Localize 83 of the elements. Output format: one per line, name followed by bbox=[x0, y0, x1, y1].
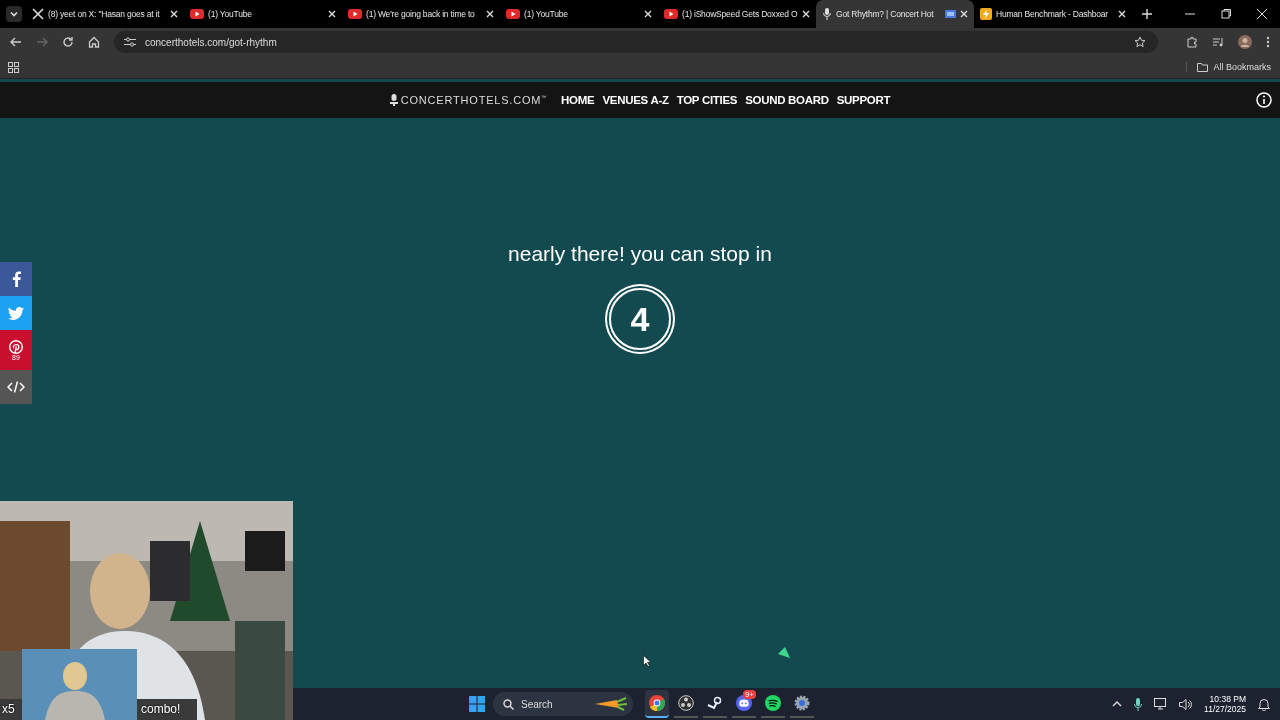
play-icon bbox=[506, 9, 520, 19]
start-icon[interactable] bbox=[469, 696, 485, 712]
chrome-icon bbox=[649, 695, 665, 711]
discord-icon bbox=[736, 695, 752, 711]
network-icon[interactable] bbox=[1154, 698, 1168, 710]
nav-link[interactable]: SOUND BOARD bbox=[745, 94, 829, 106]
star-icon[interactable] bbox=[1134, 36, 1146, 48]
tab-title: (1) YouTube bbox=[208, 9, 253, 19]
browser-tab[interactable]: (1) iShowSpeed Gets Doxxed O bbox=[658, 0, 816, 28]
steam-icon bbox=[707, 695, 723, 711]
play-icon bbox=[348, 9, 362, 19]
speaker-icon[interactable] bbox=[1179, 698, 1193, 710]
lightning-icon bbox=[980, 8, 992, 20]
tab-search-icon[interactable] bbox=[6, 6, 22, 22]
search-field[interactable]: Search bbox=[493, 692, 633, 716]
address-bar[interactable]: concerthotels.com/got-rhythm bbox=[114, 31, 1158, 53]
notification-bell-icon[interactable] bbox=[1258, 697, 1270, 711]
close-icon[interactable] bbox=[802, 10, 810, 18]
taskbar-app-button[interactable] bbox=[645, 690, 669, 718]
play-icon bbox=[664, 9, 678, 19]
taskbar-app-button[interactable]: 9+ bbox=[732, 690, 756, 718]
menu-icon[interactable] bbox=[1266, 36, 1270, 48]
combo-multiplier: x5 bbox=[2, 702, 15, 716]
site-settings-icon bbox=[124, 37, 136, 47]
notification-badge: 9+ bbox=[742, 690, 756, 699]
all-bookmarks-button[interactable]: All Bookmarks bbox=[1186, 62, 1271, 72]
combo-label: combo! bbox=[141, 702, 181, 716]
microphone-icon bbox=[822, 8, 832, 20]
reload-icon[interactable] bbox=[62, 36, 74, 48]
gear-icon bbox=[794, 695, 810, 711]
info-icon[interactable] bbox=[1256, 92, 1272, 108]
obs-icon bbox=[678, 695, 694, 711]
browser-tab[interactable]: Got Rhythm? | Concert Hot bbox=[816, 0, 974, 28]
nav-link[interactable]: SUPPORT bbox=[836, 94, 891, 106]
chevron-up-icon[interactable] bbox=[1112, 701, 1123, 707]
close-icon[interactable] bbox=[644, 10, 652, 18]
close-icon[interactable] bbox=[1257, 9, 1267, 19]
extensions-icon[interactable] bbox=[1186, 36, 1198, 48]
nav-link[interactable]: HOME bbox=[561, 94, 595, 106]
twitter-share-button[interactable] bbox=[0, 296, 32, 330]
microphone-icon bbox=[389, 94, 398, 106]
browser-tab[interactable]: Human Benchmark - Dashboar bbox=[974, 0, 1132, 28]
apps-grid-icon[interactable] bbox=[8, 61, 19, 73]
mouse-cursor-icon bbox=[643, 655, 651, 667]
clock-time[interactable]: 10:38 PM bbox=[1209, 694, 1246, 704]
tab-title: (8) yeet on X: "Hasan goes at it bbox=[48, 9, 161, 19]
facebook-share-button[interactable] bbox=[0, 262, 32, 296]
browser-tab[interactable]: (1) YouTube bbox=[184, 0, 342, 28]
close-icon[interactable] bbox=[1118, 10, 1126, 18]
bird-icon bbox=[8, 306, 24, 320]
back-icon[interactable] bbox=[10, 36, 22, 48]
tab-title: (1) YouTube bbox=[524, 9, 569, 19]
close-icon[interactable] bbox=[960, 10, 968, 18]
countdown-message: nearly there! you can stop in bbox=[508, 242, 772, 266]
facebook-icon bbox=[11, 271, 21, 287]
microphone-icon[interactable] bbox=[1134, 697, 1143, 711]
close-icon[interactable] bbox=[486, 10, 494, 18]
tab-title: Got Rhythm? | Concert Hot bbox=[836, 9, 935, 19]
play-icon bbox=[190, 9, 204, 19]
folder-icon bbox=[1197, 62, 1209, 72]
close-icon[interactable] bbox=[328, 10, 336, 18]
embed-button[interactable] bbox=[0, 370, 32, 404]
home-icon[interactable] bbox=[88, 36, 100, 48]
clock-date[interactable]: 11/27/2025 bbox=[1204, 704, 1246, 714]
triangle-icon bbox=[778, 647, 790, 658]
tab-title: (1) iShowSpeed Gets Doxxed O bbox=[682, 9, 798, 19]
search-icon bbox=[503, 699, 514, 710]
browser-tab[interactable]: (8) yeet on X: "Hasan goes at it bbox=[26, 0, 184, 28]
tab-title: (1) We're going back in time to bbox=[366, 9, 476, 19]
tab-title: Human Benchmark - Dashboar bbox=[996, 9, 1109, 19]
pinterest-icon bbox=[9, 339, 23, 354]
restore-icon[interactable] bbox=[1221, 9, 1231, 19]
code-icon bbox=[7, 381, 25, 393]
spotify-icon bbox=[765, 695, 781, 711]
nav-link[interactable]: TOP CITIES bbox=[676, 94, 738, 106]
new-tab-icon[interactable] bbox=[1142, 9, 1152, 19]
browser-tab[interactable]: (1) YouTube bbox=[500, 0, 658, 28]
profile-avatar-icon[interactable] bbox=[1238, 35, 1252, 49]
browser-tab[interactable]: (1) We're going back in time to bbox=[342, 0, 500, 28]
media-control-icon[interactable] bbox=[1212, 36, 1224, 48]
x-logo-icon bbox=[32, 8, 44, 20]
nav-link[interactable]: VENUES A-Z bbox=[602, 94, 669, 106]
close-icon[interactable] bbox=[170, 10, 178, 18]
